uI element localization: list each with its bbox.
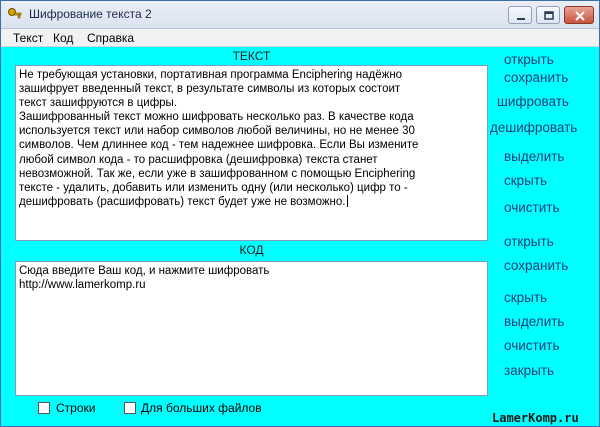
text-clear-link[interactable]: очистить [504, 200, 559, 215]
text-hide-link[interactable]: скрыть [504, 173, 547, 188]
menu-bar: Текст Код Справка [1, 29, 599, 47]
decrypt-link[interactable]: дешифровать [490, 120, 577, 135]
text-open-link[interactable]: открыть [504, 52, 554, 67]
minimize-button[interactable] [508, 6, 532, 24]
close-link[interactable]: закрыть [504, 363, 554, 378]
code-save-link[interactable]: сохранить [504, 258, 568, 273]
lines-checkbox-label: Строки [56, 401, 96, 415]
watermark: LamerKomp.ru [492, 411, 579, 425]
code-select-link[interactable]: выделить [504, 314, 564, 329]
text-section-header: ТЕКСТ [232, 49, 271, 63]
menu-help[interactable]: Справка [87, 31, 134, 45]
text-save-link[interactable]: сохранить [504, 70, 568, 85]
code-open-link[interactable]: открыть [504, 234, 554, 249]
text-select-link[interactable]: выделить [504, 149, 564, 164]
code-input-area[interactable]: Сюда введите Ваш код, и нажмите шифроват… [15, 261, 488, 396]
text-content: Не требующая установки, портативная прог… [19, 69, 419, 208]
text-input-area[interactable]: Не требующая установки, портативная прог… [15, 65, 488, 241]
code-content: Сюда введите Ваш код, и нажмите шифроват… [19, 265, 270, 292]
close-button[interactable] [564, 6, 594, 24]
close-icon [575, 11, 585, 21]
menu-text[interactable]: Текст [13, 31, 43, 45]
large-files-checkbox[interactable] [124, 402, 136, 414]
code-hide-link[interactable]: скрыть [504, 290, 547, 305]
app-window: Шифрование текста 2 Текст Код Справка ТЕ… [0, 0, 600, 427]
minimize-icon [517, 18, 525, 20]
code-section-header: КОД [239, 243, 264, 257]
window-title: Шифрование текста 2 [29, 7, 152, 21]
app-key-icon [7, 7, 23, 23]
code-clear-link[interactable]: очистить [504, 338, 559, 353]
title-bar: Шифрование текста 2 [1, 1, 599, 29]
menu-code[interactable]: Код [53, 31, 73, 45]
maximize-button[interactable] [536, 6, 560, 24]
text-caret [346, 194, 348, 207]
maximize-icon [544, 11, 554, 20]
large-files-checkbox-label: Для больших файлов [141, 401, 262, 415]
encrypt-link[interactable]: шифровать [497, 94, 569, 109]
lines-checkbox[interactable] [38, 402, 50, 414]
